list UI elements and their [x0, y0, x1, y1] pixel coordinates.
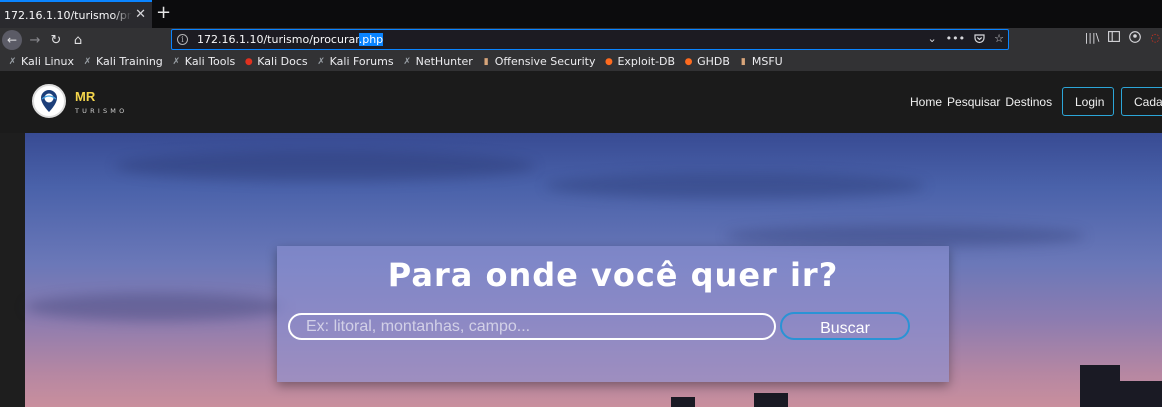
- bookmark-label: Kali Forums: [329, 55, 394, 68]
- search-panel: Para onde você quer ir? Buscar: [277, 246, 949, 382]
- sky-cloud: [545, 173, 925, 199]
- skyline-building: [754, 393, 788, 407]
- url-text[interactable]: 172.16.1.10/turismo/procurar.php: [197, 33, 384, 46]
- hero-banner: Para onde você quer ir? Buscar: [25, 133, 1162, 407]
- sky-cloud: [115, 151, 535, 181]
- bookmark-kali-forums[interactable]: ✗ Kali Forums: [317, 55, 394, 68]
- skyline-building: [671, 397, 695, 407]
- bookmark-ghdb[interactable]: ● GHDB: [684, 55, 730, 68]
- extension-icon[interactable]: ◌: [1150, 31, 1160, 44]
- bookmark-label: MSFU: [751, 55, 783, 68]
- account-icon[interactable]: [1129, 31, 1142, 43]
- search-button[interactable]: Buscar: [780, 312, 910, 340]
- more-actions-icon[interactable]: •••: [946, 32, 965, 45]
- bookmark-msfu[interactable]: ▮ MSFU: [739, 55, 783, 68]
- bookmark-label: Kali Linux: [21, 55, 75, 68]
- sky-cloud: [25, 293, 285, 321]
- logo-icon[interactable]: [32, 84, 66, 118]
- menu-item-destinos[interactable]: Destinos: [1005, 95, 1052, 109]
- menu-item-pesquisar[interactable]: Pesquisar: [947, 95, 1000, 109]
- logo-subtitle: TURISMO: [75, 107, 128, 115]
- url-bar[interactable]: i 172.16.1.10/turismo/procurar.php ⌄ •••…: [171, 29, 1009, 50]
- kali-dragon-icon: ✗: [317, 56, 325, 67]
- forward-arrow-icon[interactable]: →: [25, 30, 45, 50]
- page-content: MR TURISMO Home Pesquisar Destinos Login…: [0, 71, 1162, 407]
- url-main: 172.16.1.10/turismo/procurar: [197, 33, 359, 46]
- offsec-icon: ▮: [740, 56, 746, 67]
- bookmark-kali-linux[interactable]: ✗ Kali Linux: [8, 55, 74, 68]
- bookmark-label: Exploit-DB: [617, 55, 676, 68]
- bookmark-label: Kali Docs: [257, 55, 308, 68]
- chevron-down-icon[interactable]: ⌄: [927, 32, 936, 45]
- bookmark-label: Kali Tools: [184, 55, 236, 68]
- logo-title[interactable]: MR: [75, 89, 95, 104]
- exploitdb-icon: ●: [605, 56, 613, 67]
- new-tab-button[interactable]: +: [156, 4, 171, 22]
- kali-dragon-icon: ✗: [403, 56, 411, 67]
- url-actions: ⌄ ••• ☆: [927, 32, 1004, 45]
- main-menu: Home Pesquisar Destinos: [910, 95, 1052, 109]
- bookmark-star-icon[interactable]: ☆: [994, 32, 1004, 45]
- bookmarks-bar: ✗ Kali Linux ✗ Kali Training ✗ Kali Tools ●…: [0, 52, 1162, 71]
- bookmark-kali-docs[interactable]: ● Kali Docs: [244, 55, 308, 68]
- bookmark-kali-tools[interactable]: ✗ Kali Tools: [172, 55, 236, 68]
- navigation-toolbar: ← → ↻ ⌂ i 172.16.1.10/turismo/procurar.p…: [0, 28, 1162, 52]
- search-input[interactable]: [288, 313, 776, 340]
- back-arrow-icon[interactable]: ←: [2, 30, 22, 50]
- login-button[interactable]: Login: [1062, 87, 1114, 116]
- exploitdb-icon: ●: [684, 56, 693, 67]
- bookmark-label: GHDB: [697, 55, 730, 68]
- bookmark-kali-training[interactable]: ✗ Kali Training: [83, 55, 163, 68]
- sky-cloud: [725, 225, 1085, 247]
- kali-docs-icon: ●: [244, 56, 253, 67]
- url-selected: .php: [358, 33, 384, 46]
- kali-dragon-icon: ✗: [172, 56, 181, 67]
- hero-title: Para onde você quer ir?: [387, 256, 839, 294]
- register-button[interactable]: Cadas: [1121, 87, 1162, 116]
- close-tab-icon[interactable]: ✕: [135, 7, 146, 23]
- tab-strip: 172.16.1.10/turismo/procurar.php ✕ +: [0, 0, 1162, 28]
- info-icon[interactable]: i: [177, 34, 188, 45]
- bookmark-label: Kali Training: [96, 55, 163, 68]
- pocket-icon[interactable]: [974, 33, 985, 44]
- reload-icon[interactable]: ↻: [46, 30, 66, 50]
- offsec-icon: ▮: [483, 56, 489, 67]
- menu-item-home[interactable]: Home: [910, 95, 942, 109]
- sidebar-icon[interactable]: [1108, 31, 1121, 42]
- kali-dragon-icon: ✗: [83, 56, 92, 67]
- bookmark-exploit-db[interactable]: ● Exploit-DB: [604, 55, 675, 68]
- home-icon[interactable]: ⌂: [68, 30, 88, 50]
- browser-tab[interactable]: 172.16.1.10/turismo/procurar.php ✕: [0, 0, 152, 28]
- skyline-building: [1120, 381, 1162, 407]
- tab-title: 172.16.1.10/turismo/procurar.php: [4, 8, 132, 22]
- bookmark-label: Offensive Security: [494, 55, 596, 68]
- kali-dragon-icon: ✗: [8, 56, 17, 67]
- site-header: MR TURISMO Home Pesquisar Destinos Login…: [0, 71, 1162, 133]
- bookmark-nethunter[interactable]: ✗ NetHunter: [403, 55, 473, 68]
- bookmark-offensive-security[interactable]: ▮ Offensive Security: [482, 55, 596, 68]
- toolbar-right: |||\ ◌: [1085, 31, 1162, 44]
- library-icon[interactable]: |||\: [1085, 31, 1100, 44]
- bookmark-label: NetHunter: [415, 55, 473, 68]
- skyline-building: [1080, 365, 1120, 407]
